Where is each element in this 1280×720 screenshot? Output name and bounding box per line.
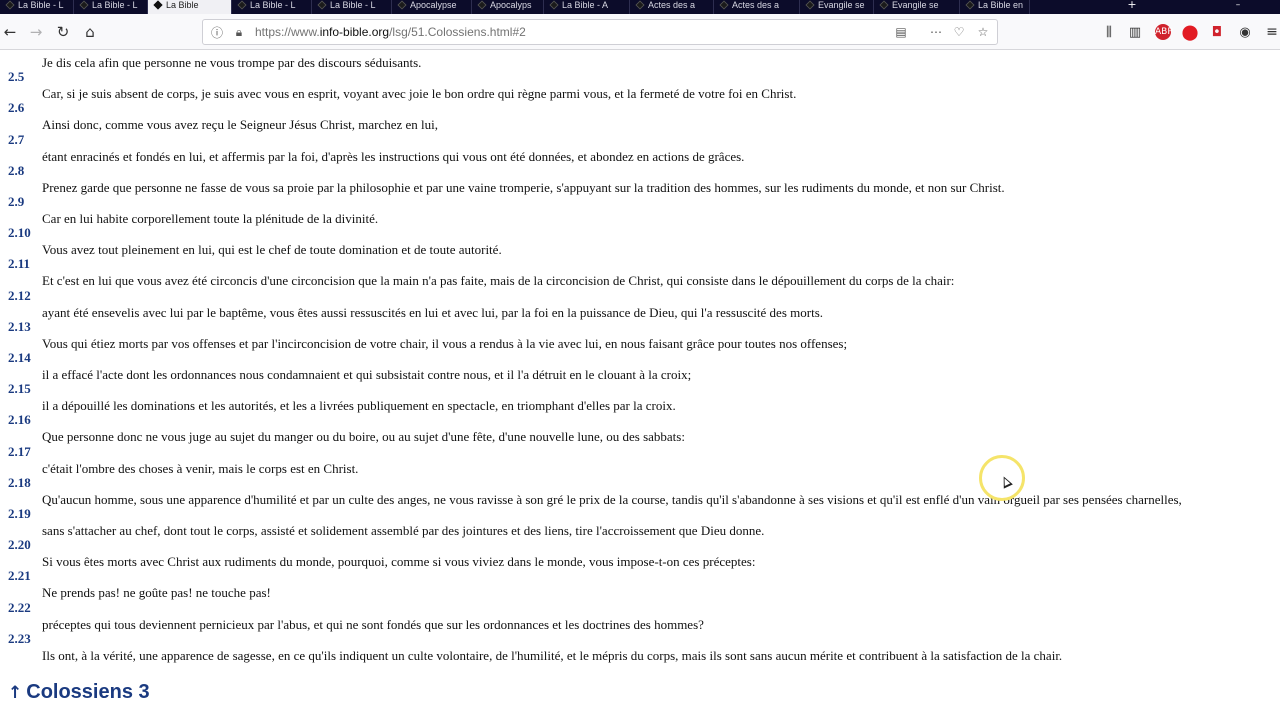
bible-favicon-icon [635, 0, 645, 10]
bible-favicon-icon [317, 0, 327, 10]
bible-favicon-icon [5, 0, 15, 10]
sidebar-icon[interactable]: ▥ [1125, 22, 1145, 42]
verse-number: 2.10 [8, 225, 31, 241]
verse-text: il a effacé l'acte dont les ordonnances … [42, 367, 692, 382]
info-icon[interactable]: ⓘ [209, 24, 225, 40]
verse-text: Vous qui étiez morts par vos offenses et… [42, 335, 848, 351]
next-chapter-link[interactable]: ↑ Colossiens 3 [8, 681, 150, 704]
browser-tab[interactable]: La Bible - L [74, 0, 148, 14]
verse-text: Si vous êtes morts avec Christ aux rudim… [42, 554, 756, 570]
bible-favicon-icon [79, 0, 89, 10]
browser-tab[interactable]: Apocalypse [392, 0, 472, 14]
browser-tab[interactable]: La Bible en [960, 0, 1030, 14]
bible-favicon-icon [397, 0, 407, 10]
page-actions-icon[interactable]: ⋯ [928, 24, 944, 40]
browser-tab[interactable]: Actes des a [630, 0, 714, 14]
navigation-toolbar: ← → ↻ ⌂ ⓘ 🔒︎ https://www.info-bible.org/… [0, 14, 1280, 50]
verse-number: 2.4 [8, 50, 24, 54]
verse-text: ayant été ensevelis avec lui par le bapt… [42, 304, 824, 320]
verse-text: c'était l'ombre des choses à venir, mais… [42, 460, 359, 476]
forward-arrow-icon[interactable]: → [26, 22, 46, 42]
bible-favicon-icon [719, 0, 729, 10]
verse-text: Vous avez tout pleinement en lui, qui es… [42, 242, 502, 258]
verse-text: Car en lui habite corporellement toute l… [42, 211, 379, 226]
home-icon[interactable]: ⌂ [80, 22, 100, 42]
browser-tab[interactable]: Apocalyps [472, 0, 544, 14]
reload-icon[interactable]: ↻ [53, 22, 73, 42]
verse-text: Ils ont, à la vérité, une apparence de s… [42, 647, 1063, 663]
verse-number: 2.20 [8, 537, 31, 553]
menu-icon[interactable]: ≡ [1262, 22, 1280, 42]
browser-tab-active[interactable]: La Bible [148, 0, 232, 14]
verse-number: 2.5 [8, 69, 25, 85]
verse-text: étant enracinés et fondés en lui, et aff… [42, 148, 745, 164]
verse-text: sans s'attacher au chef, dont tout le co… [42, 523, 765, 538]
verse-text: Ne prends pas! ne goûte pas! ne touche p… [42, 585, 271, 601]
browser-tab[interactable]: Evangile se [874, 0, 960, 14]
browser-tab[interactable]: La Bible - L [312, 0, 392, 14]
ublock-icon[interactable]: ⬤ [1180, 22, 1200, 42]
verse-number: 2.14 [8, 350, 31, 365]
tab-strip: La Bible - L La Bible - L La Bible La Bi… [0, 0, 1280, 14]
bible-favicon-icon [879, 0, 889, 10]
verse-number: 2.7 [8, 131, 25, 147]
verse-number: 2.22 [8, 599, 31, 615]
bible-favicon-icon [237, 0, 247, 10]
verse-number: 2.9 [8, 194, 25, 209]
browser-tab[interactable]: Evangile se [800, 0, 874, 14]
minimize-icon[interactable]: – [1228, 0, 1248, 14]
bible-favicon-icon [805, 0, 815, 10]
browser-tab[interactable]: Actes des a [714, 0, 800, 14]
chapter-content: 2.4 Je dis cela afin que personne ne vous… [0, 50, 1280, 720]
screenshot-icon[interactable]: ◘ [1207, 22, 1227, 42]
browser-tab[interactable]: La Bible - L [0, 0, 74, 14]
url-text[interactable]: https://www.info-bible.org/lsg/51.Coloss… [255, 25, 526, 39]
next-chapter-label: Colossiens 3 [26, 681, 150, 703]
verse-number: 2.12 [8, 287, 31, 303]
pocket-icon[interactable]: ♡ [951, 24, 967, 40]
verse-text: Car, si je suis absent de corps, je suis… [42, 86, 797, 102]
verse-text: Je dis cela afin que personne ne vous tr… [42, 55, 422, 70]
verse-number: 2.13 [8, 318, 31, 334]
bookmark-star-icon[interactable]: ☆ [975, 24, 991, 40]
bible-favicon-icon [965, 0, 975, 10]
browser-tab[interactable]: La Bible - A [544, 0, 630, 14]
address-bar[interactable]: ⓘ 🔒︎ https://www.info-bible.org/lsg/51.C… [202, 19, 998, 45]
up-arrow-icon: ↑ [8, 682, 23, 703]
lock-icon[interactable]: 🔒︎ [231, 24, 247, 40]
library-icon[interactable]: ⫼ [1099, 22, 1119, 42]
verse-text: Que personne donc ne vous juge au sujet … [42, 429, 685, 445]
verse-number: 2.23 [8, 630, 31, 646]
bible-favicon-icon [477, 0, 487, 10]
verse-number: 2.17 [8, 443, 31, 459]
verse-text: il a dépouillé les dominations et les au… [42, 398, 676, 414]
browser-tab[interactable]: La Bible - L [232, 0, 312, 14]
bible-favicon-icon [549, 0, 559, 10]
verse-number: 2.21 [8, 568, 31, 584]
verse-number: 2.11 [8, 256, 31, 272]
verse-text: Prenez garde que personne ne fasse de vo… [42, 179, 1005, 195]
verse-text: Et c'est en lui que vous avez été circon… [42, 273, 955, 289]
new-tab-icon[interactable]: + [1122, 0, 1142, 14]
back-arrow-icon[interactable]: ← [0, 22, 20, 42]
reader-view-icon[interactable]: ▤ [893, 24, 909, 40]
adblock-icon[interactable]: ABP [1153, 22, 1173, 42]
verse-number: 2.18 [8, 474, 31, 490]
verse-number: 2.6 [8, 100, 25, 116]
verse-text: préceptes qui tous deviennent pernicieux… [42, 616, 704, 632]
verse-number: 2.8 [8, 162, 25, 178]
account-icon[interactable]: ◉ [1235, 22, 1255, 42]
verse-number: 2.15 [8, 381, 31, 397]
verse-number: 2.16 [8, 412, 31, 428]
bible-favicon-icon [153, 0, 163, 10]
verse-number: 2.19 [8, 506, 31, 521]
verse-text: Ainsi donc, comme vous avez reçu le Seig… [42, 117, 439, 133]
